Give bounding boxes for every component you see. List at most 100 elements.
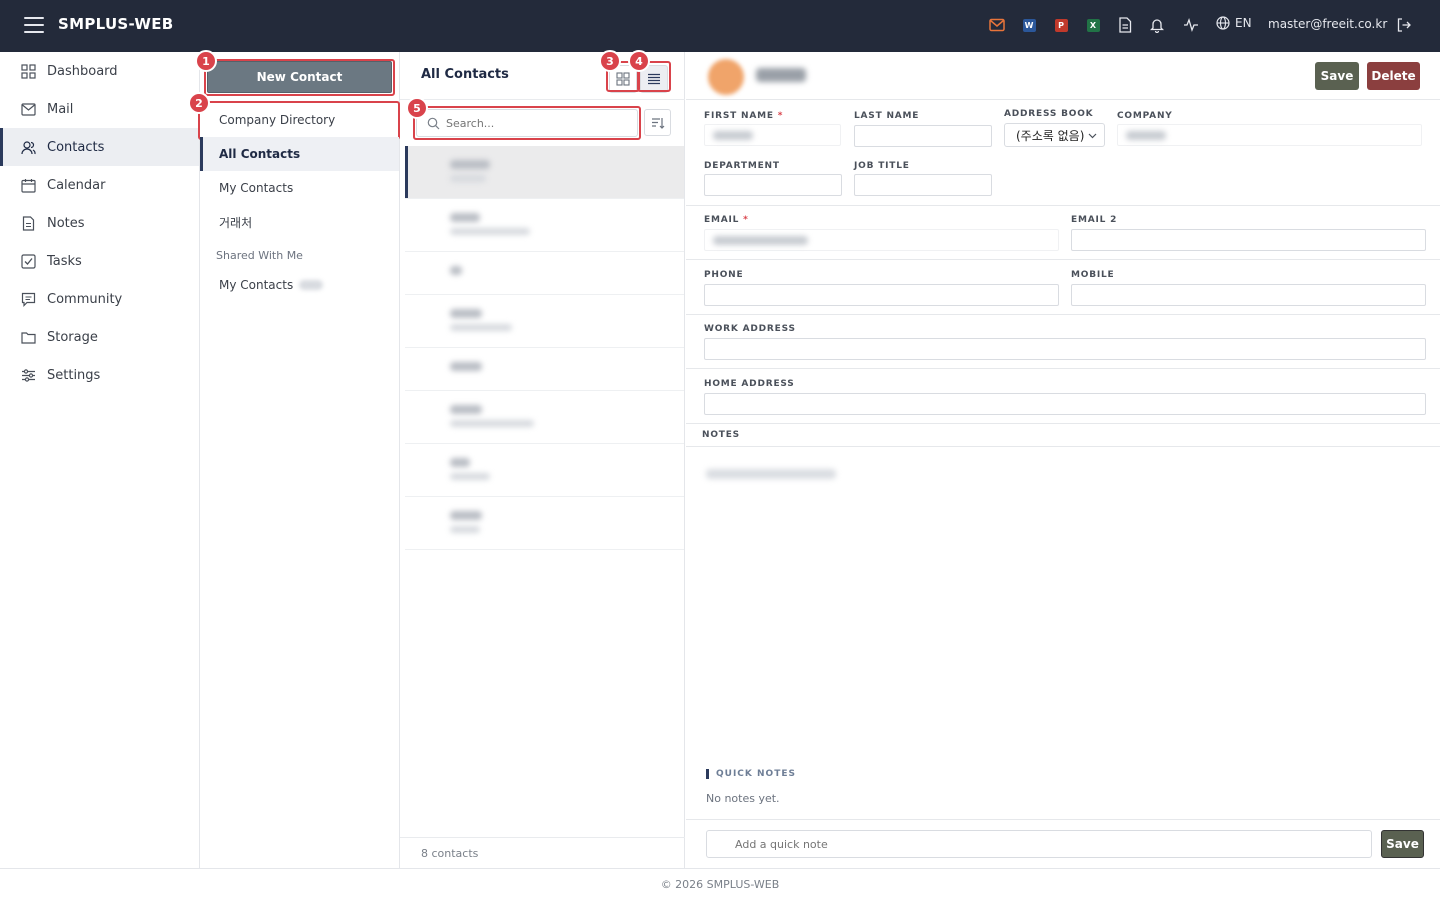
nav-item-settings[interactable]: Settings (0, 356, 199, 394)
nav-item-dashboard[interactable]: Dashboard (0, 52, 199, 90)
field-label: FIRST NAME (704, 111, 774, 121)
contact-row[interactable] (405, 348, 684, 391)
nav-label: Storage (47, 329, 98, 345)
main-nav: Dashboard Mail Contacts Calendar Notes T… (0, 52, 200, 868)
community-icon (20, 291, 36, 307)
contact-row[interactable] (405, 199, 684, 252)
divider (686, 446, 1440, 447)
folder-icon (20, 329, 36, 345)
word-letter: W (1022, 18, 1036, 32)
divider (686, 423, 1440, 424)
delete-button[interactable]: Delete (1367, 62, 1420, 90)
department-field[interactable] (704, 174, 842, 196)
app-title[interactable]: SMPLUS-WEB (58, 15, 174, 33)
document-icon[interactable] (1116, 16, 1134, 34)
book-my-contacts[interactable]: My Contacts (200, 171, 399, 205)
quick-note-save-button[interactable]: Save (1381, 830, 1424, 858)
divider (686, 819, 1440, 820)
list-title: All Contacts (421, 67, 509, 82)
book-shared-my-contacts[interactable]: My Contacts (200, 268, 399, 302)
nav-item-community[interactable]: Community (0, 280, 199, 318)
nav-item-calendar[interactable]: Calendar (0, 166, 199, 204)
work-address-field[interactable] (704, 338, 1426, 360)
email2-field[interactable] (1071, 229, 1426, 251)
quick-notes-title: QUICK NOTES (706, 769, 796, 779)
email2-label: EMAIL 2 (1071, 215, 1118, 225)
user-email[interactable]: master@freeit.co.kr (1268, 17, 1387, 31)
company-field[interactable] (1117, 124, 1422, 146)
nav-label: Tasks (47, 253, 82, 269)
new-contact-button[interactable]: New Contact (207, 61, 392, 93)
contact-row[interactable] (405, 444, 684, 497)
nav-label: Calendar (47, 177, 106, 193)
contact-row[interactable] (405, 497, 684, 550)
search-box[interactable] (416, 109, 638, 137)
word-icon[interactable]: W (1020, 16, 1038, 34)
mail-icon (20, 101, 36, 117)
contacts-icon (20, 139, 36, 155)
divider (686, 259, 1440, 260)
first-name-field[interactable] (704, 124, 841, 146)
address-book-value: (주소록 없음) (1016, 128, 1085, 143)
contact-row[interactable] (405, 295, 684, 348)
book-company-directory[interactable]: Company Directory (200, 103, 399, 137)
powerpoint-icon[interactable]: P (1052, 16, 1070, 34)
contact-row[interactable] (405, 252, 684, 295)
sort-button[interactable] (644, 109, 671, 136)
nav-item-tasks[interactable]: Tasks (0, 242, 199, 280)
nav-item-notes[interactable]: Notes (0, 204, 199, 242)
nav-item-contacts[interactable]: Contacts (0, 128, 199, 166)
settings-icon (20, 367, 36, 383)
quick-note-input[interactable] (706, 830, 1372, 858)
menu-icon[interactable] (24, 17, 44, 35)
nav-item-storage[interactable]: Storage (0, 318, 199, 356)
chevron-down-icon (1088, 133, 1097, 139)
divider (686, 205, 1440, 206)
language-label: EN (1235, 16, 1252, 30)
address-book-select[interactable]: (주소록 없음) (1004, 123, 1105, 147)
department-label: DEPARTMENT (704, 161, 780, 171)
nav-label: Notes (47, 215, 85, 231)
bell-icon[interactable] (1148, 16, 1166, 34)
contact-detail: Save Delete FIRST NAME * LAST NAME ADDRE… (686, 52, 1440, 868)
nav-item-mail[interactable]: Mail (0, 90, 199, 128)
contact-count: 8 contacts (400, 837, 685, 868)
annotation-badge: 3 (599, 50, 621, 72)
contact-row[interactable] (405, 391, 684, 444)
language-switcher[interactable]: EN (1216, 16, 1252, 30)
search-input[interactable] (446, 116, 616, 130)
avatar (708, 59, 744, 95)
book-all-contacts[interactable]: All Contacts (200, 137, 399, 171)
home-address-field[interactable] (704, 393, 1426, 415)
activity-icon[interactable] (1182, 16, 1200, 34)
book-partners[interactable]: 거래처 (200, 205, 399, 239)
field-label: EMAIL (704, 215, 740, 225)
notes-textarea[interactable] (706, 469, 836, 479)
owner-chip (299, 280, 324, 290)
mobile-field[interactable] (1071, 284, 1426, 306)
nav-label: Dashboard (47, 63, 118, 79)
field-value (713, 131, 753, 140)
annotation-badge: 5 (406, 97, 428, 119)
nav-label: Contacts (47, 139, 105, 155)
shared-section-label: Shared With Me (216, 249, 303, 262)
powerpoint-letter: P (1054, 18, 1068, 32)
contact-row[interactable] (405, 146, 684, 199)
job-title-field[interactable] (854, 174, 992, 196)
email-field[interactable] (704, 229, 1059, 251)
save-button[interactable]: Save (1315, 62, 1359, 90)
work-address-label: WORK ADDRESS (704, 324, 796, 334)
excel-icon[interactable]: X (1084, 16, 1102, 34)
last-name-field[interactable] (854, 125, 992, 147)
required-mark: * (777, 111, 784, 121)
job-title-label: JOB TITLE (854, 161, 910, 171)
divider (400, 99, 685, 100)
excel-letter: X (1086, 18, 1100, 32)
logout-icon[interactable] (1395, 16, 1413, 34)
mail-icon[interactable] (988, 16, 1006, 34)
phone-field[interactable] (704, 284, 1059, 306)
contact-name (756, 68, 806, 82)
divider (686, 99, 1440, 100)
address-book-panel: New Contact 1 Company Directory 2 All Co… (188, 50, 400, 868)
field-value (1126, 131, 1166, 140)
